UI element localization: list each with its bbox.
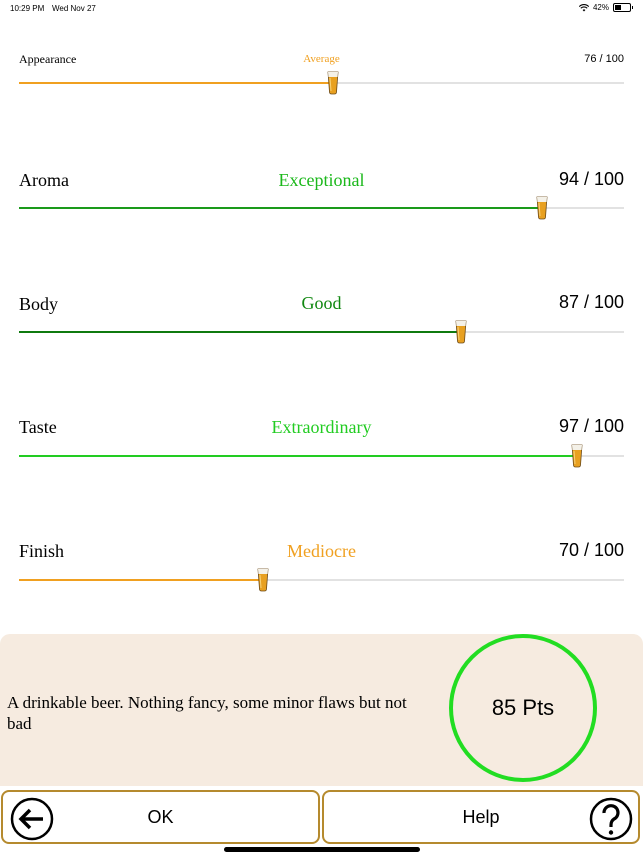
status-bar: 10:29 PM Wed Nov 27 42% bbox=[0, 0, 643, 18]
summary-panel: A drinkable beer. Nothing fancy, some mi… bbox=[0, 634, 643, 786]
rating-finish: Finish Mediocre 70 / 100 bbox=[19, 540, 624, 592]
rating-word: Average bbox=[303, 53, 340, 65]
home-indicator bbox=[224, 847, 420, 852]
rating-slider[interactable] bbox=[19, 71, 624, 95]
help-button[interactable]: Help bbox=[322, 790, 640, 844]
rating-slider[interactable] bbox=[19, 196, 624, 220]
rating-slider[interactable] bbox=[19, 320, 624, 344]
status-date: Wed Nov 27 bbox=[52, 4, 96, 13]
slider-fill bbox=[19, 82, 334, 84]
rating-appearance: Appearance Average 76 / 100 bbox=[19, 52, 624, 95]
question-mark-icon[interactable] bbox=[589, 797, 633, 841]
beer-glass-icon[interactable] bbox=[257, 568, 269, 592]
rating-slider[interactable] bbox=[19, 444, 624, 468]
beer-glass-icon[interactable] bbox=[455, 320, 467, 344]
rating-score: 97 / 100 bbox=[558, 416, 624, 436]
beer-glass-icon[interactable] bbox=[327, 71, 339, 95]
battery-percent: 42% bbox=[592, 3, 609, 12]
slider-fill bbox=[19, 579, 264, 581]
rating-word: Extraordinary bbox=[271, 417, 372, 437]
rating-aroma: Aroma Exceptional 94 / 100 bbox=[19, 168, 624, 220]
beer-glass-icon[interactable] bbox=[571, 444, 583, 468]
bottom-toolbar: OK Help bbox=[0, 786, 643, 858]
rating-word: Good bbox=[301, 293, 342, 313]
rating-word: Exceptional bbox=[278, 170, 365, 190]
slider-fill bbox=[19, 207, 543, 209]
rating-score: 87 / 100 bbox=[558, 292, 624, 312]
slider-fill bbox=[19, 455, 578, 457]
rating-word: Mediocre bbox=[287, 541, 356, 561]
status-time: 10:29 PM bbox=[10, 4, 45, 13]
slider-fill bbox=[19, 331, 461, 333]
arrow-left-icon[interactable] bbox=[10, 797, 54, 841]
battery-icon bbox=[613, 3, 633, 12]
ok-button[interactable]: OK bbox=[1, 790, 320, 844]
beer-glass-icon[interactable] bbox=[536, 196, 548, 220]
rating-score: 76 / 100 bbox=[584, 53, 624, 65]
rating-score: 94 / 100 bbox=[558, 169, 624, 189]
rating-body: Body Good 87 / 100 bbox=[19, 292, 624, 344]
points-badge: 85 Pts bbox=[449, 634, 597, 782]
help-label: Help bbox=[462, 806, 500, 827]
rating-score: 70 / 100 bbox=[558, 540, 624, 560]
ok-label: OK bbox=[147, 806, 174, 827]
summary-text: A drinkable beer. Nothing fancy, some mi… bbox=[7, 693, 407, 733]
wifi-icon bbox=[578, 3, 589, 11]
rating-slider[interactable] bbox=[19, 568, 624, 592]
rating-taste: Taste Extraordinary 97 / 100 bbox=[19, 416, 624, 468]
